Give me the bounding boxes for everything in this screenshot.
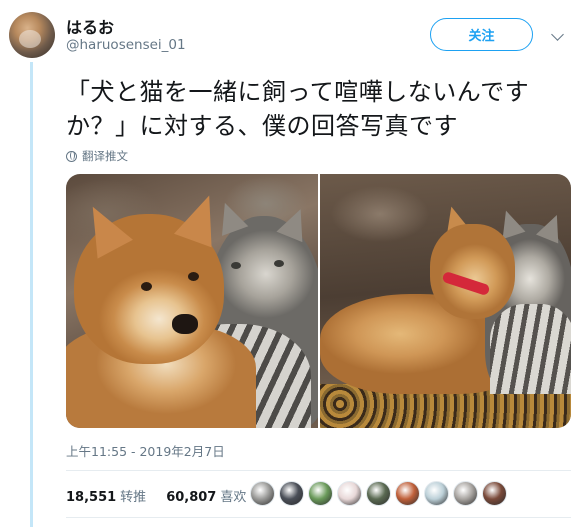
dog-eye (141, 282, 152, 291)
tweet-text: 「犬と猫を一緒に飼って喧嘩しないんですか？」に対する、僕の回答写真です (66, 78, 530, 140)
divider (66, 517, 571, 518)
liker-avatar[interactable] (250, 481, 275, 506)
avatar[interactable] (9, 12, 55, 58)
tweet-media (66, 174, 571, 428)
like-label[interactable]: 喜欢 (220, 486, 246, 505)
liker-avatars (250, 481, 507, 506)
dog-nose (172, 314, 198, 334)
translate-label: 翻译推文 (82, 149, 128, 163)
liker-avatar[interactable] (279, 481, 304, 506)
follow-button[interactable]: 关注 (430, 18, 533, 51)
liker-avatar[interactable] (424, 481, 449, 506)
liker-avatar[interactable] (482, 481, 507, 506)
liker-avatar[interactable] (366, 481, 391, 506)
cat-eye (231, 262, 241, 269)
translate-tweet-link[interactable]: 翻译推文 (66, 148, 128, 164)
tweet-stats: 18,551 转推 60,807 喜欢 (66, 486, 246, 505)
chevron-down-icon[interactable] (551, 28, 564, 41)
photo-dog-and-cat-facing[interactable] (66, 174, 318, 428)
divider (66, 470, 571, 471)
liker-avatar[interactable] (337, 481, 362, 506)
user-display-name[interactable]: はるお (66, 14, 114, 38)
like-count[interactable]: 60,807 (166, 490, 216, 505)
dog-eye (188, 272, 199, 281)
liker-avatar[interactable] (308, 481, 333, 506)
liker-avatar[interactable] (453, 481, 478, 506)
photo-dog-and-cat-cuddling[interactable] (319, 174, 571, 428)
globe-icon (66, 150, 77, 162)
thread-line (30, 62, 33, 527)
user-handle[interactable]: @haruosensei_01 (66, 37, 186, 53)
cat-stripes (489, 304, 571, 394)
tweet-timestamp[interactable]: 上午11:55 - 2019年2月7日 (66, 441, 225, 460)
dog-head (429, 224, 515, 319)
liker-avatar[interactable] (395, 481, 420, 506)
retweet-label[interactable]: 转推 (120, 486, 146, 505)
cat-eye (274, 260, 284, 267)
retweet-count[interactable]: 18,551 (66, 490, 116, 505)
